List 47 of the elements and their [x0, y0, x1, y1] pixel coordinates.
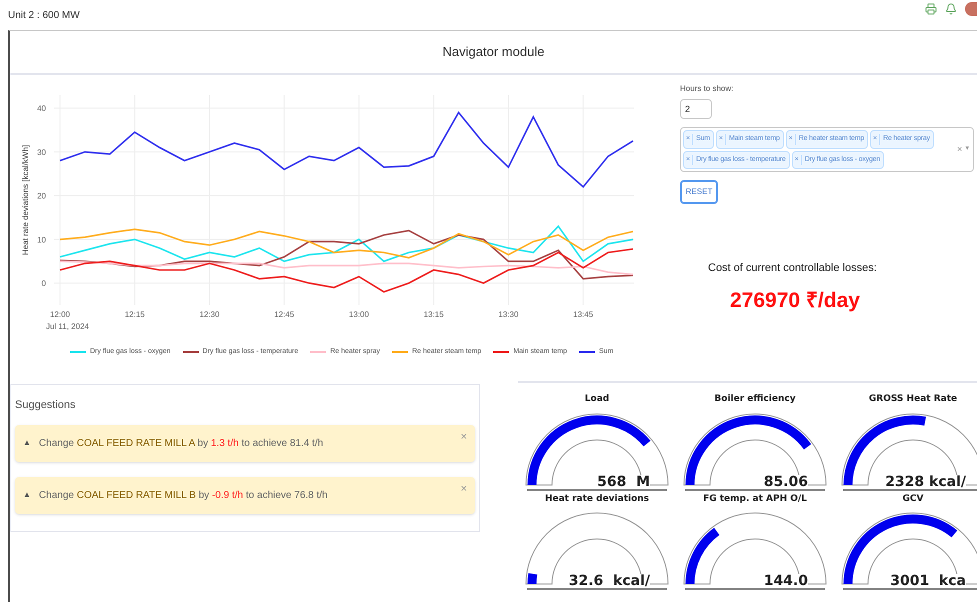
cost-value: 276970 ₹/day	[730, 288, 861, 314]
gauge-title: Boiler efficiency	[714, 393, 796, 406]
legend-line-icon	[70, 351, 86, 354]
x-tick-label: 13:00	[348, 310, 369, 319]
y-tick-label: 10	[37, 235, 46, 244]
x-tick-label: 13:30	[498, 310, 518, 319]
avatar[interactable]	[965, 2, 977, 16]
card-title: Navigator module	[442, 43, 544, 62]
y-axis-title: Heat rate deviations [kcal/kWh]	[21, 144, 30, 256]
reset-button[interactable]: RESET	[680, 180, 718, 204]
gauge-title: Heat rate deviations	[544, 492, 650, 506]
y-tick-label: 20	[37, 192, 46, 201]
x-tick-label: 12:45	[274, 310, 294, 319]
hours-input[interactable]: 2	[680, 99, 712, 119]
legend-line-icon	[579, 351, 596, 354]
y-tick-label: 40	[37, 104, 46, 114]
y-tick-label: 30	[37, 148, 46, 157]
clear-icon[interactable]: ×	[957, 142, 962, 156]
hours-label: Hours to show:	[680, 83, 734, 95]
legend-line-icon	[182, 351, 199, 354]
suggestion-text: Change COAL FEED RATE MILL B by -0.9 t/h to achieve 76.8 t/h	[38, 488, 328, 502]
x-tick-label: 12:30	[199, 310, 220, 319]
x-tick-label: 12:15	[124, 310, 145, 319]
y-tick-label: 0	[42, 279, 46, 288]
unit-label: Unit 2 : 600 MW	[8, 8, 80, 22]
gauge-title: GCV	[902, 492, 924, 506]
warning-icon: ▲	[23, 437, 31, 449]
legend-line-icon	[310, 351, 326, 354]
bell-icon[interactable]	[945, 3, 957, 15]
gauge-title: Load	[584, 393, 610, 406]
gauge-title: FG temp. at APH O/L	[703, 492, 807, 506]
gauge-title: GROSS Heat Rate	[868, 393, 958, 406]
suggestions-title: Suggestions	[15, 398, 77, 413]
legend-line-icon	[493, 351, 510, 354]
date-label: Jul 11, 2024	[46, 321, 89, 333]
close-icon[interactable]: ×	[460, 428, 467, 445]
x-tick-label: 13:45	[573, 310, 594, 319]
x-tick-label: 12:00	[50, 310, 70, 319]
close-icon[interactable]: ×	[460, 480, 467, 497]
warning-icon: ▲	[23, 489, 31, 501]
suggestion-text: Change COAL FEED RATE MILL A by 1.3 t/h to achieve 81.4 t/h	[38, 436, 324, 450]
legend-line-icon	[392, 351, 408, 354]
cost-label: Cost of current controllable losses:	[708, 261, 878, 276]
x-tick-label: 13:15	[424, 310, 444, 319]
gauge-fill	[528, 573, 538, 584]
gauge-fill	[686, 528, 720, 584]
printer-icon[interactable]	[925, 3, 937, 15]
